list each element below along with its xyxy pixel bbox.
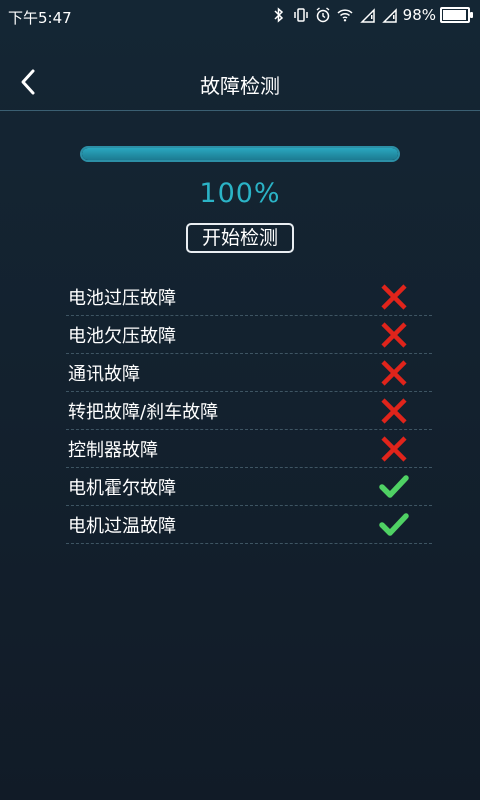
progress-fill	[82, 148, 398, 160]
fault-label: 通讯故障	[68, 364, 140, 385]
progress-bar	[80, 146, 400, 162]
signal-icon	[381, 7, 397, 23]
vibrate-icon	[293, 7, 309, 23]
fault-label: 电机霍尔故障	[68, 478, 176, 499]
start-detection-button[interactable]: 开始检测	[186, 223, 294, 253]
fault-label: 转把故障/刹车故障	[68, 402, 219, 423]
fault-row: 转把故障/刹车故障	[66, 393, 432, 430]
alarm-icon	[315, 7, 331, 23]
wifi-icon	[337, 7, 353, 23]
fault-row: 电池过压故障	[66, 279, 432, 316]
progress-percent: 100%	[199, 178, 281, 209]
cross-icon	[378, 433, 410, 465]
fault-row: 电池欠压故障	[66, 317, 432, 354]
checkmark-icon	[378, 509, 410, 541]
battery-icon	[440, 7, 473, 23]
fault-row: 电机霍尔故障	[66, 469, 432, 506]
signal-icon	[359, 7, 375, 23]
cross-icon	[378, 395, 410, 427]
cross-icon	[378, 319, 410, 351]
status-time: 下午5:47	[8, 9, 72, 27]
fault-label: 电池欠压故障	[68, 326, 176, 347]
page-title: 故障检测	[200, 74, 280, 98]
fault-label: 电机过温故障	[68, 516, 176, 537]
fault-row: 控制器故障	[66, 431, 432, 468]
bluetooth-icon	[271, 7, 287, 23]
battery-indicator: 98%	[402, 6, 473, 24]
fault-label: 控制器故障	[68, 440, 158, 461]
battery-percent: 98%	[402, 6, 436, 24]
status-bar: 下午5:47 98%	[0, 0, 480, 32]
checkmark-icon	[378, 471, 410, 503]
fault-list: 电池过压故障 电池欠压故障 通讯故障转把故障/刹车故障 控制器故障电机霍尔故障 电机过温…	[66, 279, 432, 545]
fault-row: 电机过温故障	[66, 507, 432, 544]
cross-icon	[378, 281, 410, 313]
fault-label: 电池过压故障	[68, 288, 176, 309]
nav-bar: 故障检测	[0, 54, 480, 111]
fault-row: 通讯故障	[66, 355, 432, 392]
status-icons: 98%	[271, 6, 473, 24]
cross-icon	[378, 357, 410, 389]
